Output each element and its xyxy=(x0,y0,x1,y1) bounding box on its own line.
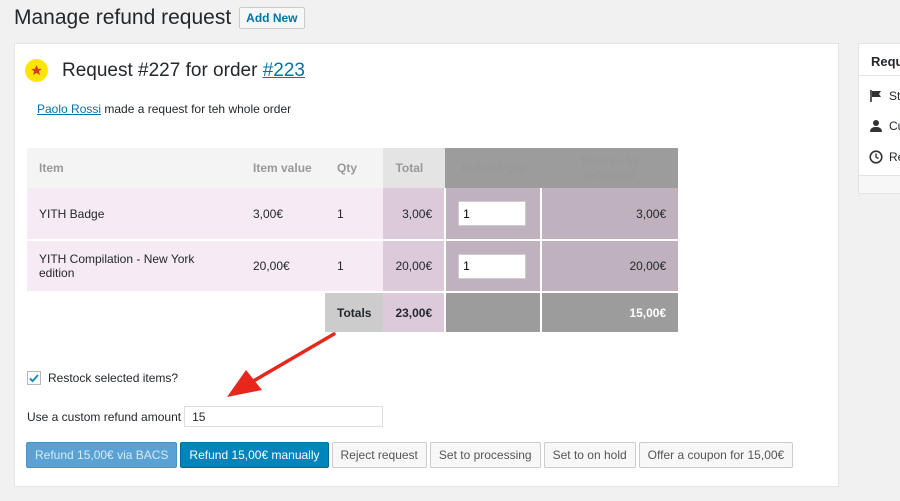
star-badge-icon xyxy=(25,59,48,82)
table-header-row: Item Item value Qty Total Refund Qty Tot… xyxy=(27,148,679,188)
refund-manually-button[interactable]: Refund 15,00€ manually xyxy=(180,442,329,468)
set-on-hold-button[interactable]: Set to on hold xyxy=(543,442,636,468)
restock-checkbox[interactable] xyxy=(27,371,41,385)
refund-request-panel: Request #227 for order #223 Paolo Rossi … xyxy=(14,43,839,487)
item-qty: 1 xyxy=(325,240,384,293)
refund-qty-input[interactable] xyxy=(458,253,527,279)
item-name: YITH Compilation - New York edition xyxy=(27,240,241,293)
custom-amount-label: Use a custom refund amount xyxy=(27,409,182,424)
item-total: 20,00€ xyxy=(383,240,446,293)
item-value: 3,00€ xyxy=(241,188,325,241)
table-row: YITH Badge 3,00€ 1 3,00€ 3,00€ xyxy=(27,188,679,241)
refund-qty-cell xyxy=(444,240,542,293)
col-refund-qty: Refund Qty xyxy=(445,148,542,188)
request-title-text: Request #227 for order xyxy=(62,59,263,81)
totals-label: Totals xyxy=(325,292,384,332)
totals-total-refunded: 15,00€ xyxy=(540,292,679,332)
col-total: Total xyxy=(383,148,446,188)
request-heading: Request #227 for order #223 xyxy=(25,59,305,82)
add-new-button[interactable]: Add New xyxy=(239,7,305,29)
table-row: YITH Compilation - New York edition 20,0… xyxy=(27,240,679,293)
user-icon xyxy=(870,120,882,132)
requester-text: made a request for teh whole order xyxy=(101,102,292,116)
totals-refund-qty xyxy=(444,292,542,332)
restock-label: Restock selected items? xyxy=(48,371,179,385)
clock-icon xyxy=(869,150,883,164)
refund-qty-input[interactable] xyxy=(458,201,527,226)
col-item-value: Item value xyxy=(241,148,325,188)
page-header: Manage refund request Add New xyxy=(14,6,305,30)
flag-icon xyxy=(870,90,881,102)
custom-amount-row: Use a custom refund amount xyxy=(27,406,384,427)
reject-request-button[interactable]: Reject request xyxy=(331,442,427,468)
sidebar-row-customer: Cu xyxy=(869,119,900,133)
item-qty: 1 xyxy=(325,188,384,241)
sidebar-row-status: St xyxy=(869,89,900,103)
sidebar-title: Requ xyxy=(871,54,900,69)
sidebar-row-label: Cu xyxy=(889,119,900,133)
offer-coupon-button[interactable]: Offer a coupon for 15,00€ xyxy=(638,442,794,468)
customer-link[interactable]: Paolo Rossi xyxy=(37,102,101,116)
col-qty: Qty xyxy=(325,148,384,188)
request-sidebar-panel: Requ St Cu Re xyxy=(858,43,900,194)
sidebar-row-date: Re xyxy=(869,150,900,164)
restock-option: Restock selected items? xyxy=(27,371,178,385)
refund-qty-cell xyxy=(444,188,542,241)
item-value: 20,00€ xyxy=(241,240,325,293)
blank-cell xyxy=(241,292,325,332)
set-processing-button[interactable]: Set to processing xyxy=(429,442,541,468)
requester-line: Paolo Rossi made a request for teh whole… xyxy=(37,102,291,116)
checkmark-icon xyxy=(29,374,39,383)
totals-total: 23,00€ xyxy=(383,292,446,332)
refund-items-table: Item Item value Qty Total Refund Qty Tot… xyxy=(27,148,679,332)
col-total-to-be-refunded: Total to be refunded xyxy=(541,148,679,188)
action-buttons: Refund 15,00€ via BACS Refund 15,00€ man… xyxy=(26,442,796,468)
request-title: Request #227 for order #223 xyxy=(62,60,305,82)
sidebar-footer xyxy=(859,175,900,193)
order-link[interactable]: #223 xyxy=(263,60,305,81)
item-total: 3,00€ xyxy=(383,188,446,241)
item-total-refunded: 3,00€ xyxy=(540,188,679,241)
sidebar-divider xyxy=(859,75,900,76)
totals-row: Totals 23,00€ 15,00€ xyxy=(27,292,679,332)
sidebar-row-label: Re xyxy=(889,150,900,164)
page-title: Manage refund request xyxy=(14,6,232,29)
item-total-refunded: 20,00€ xyxy=(540,240,679,293)
item-name: YITH Badge xyxy=(27,188,241,241)
refund-bacs-button[interactable]: Refund 15,00€ via BACS xyxy=(26,442,178,468)
col-item: Item xyxy=(27,148,241,188)
blank-cell xyxy=(27,292,241,332)
custom-amount-input[interactable] xyxy=(184,406,384,427)
sidebar-row-label: St xyxy=(889,89,900,103)
